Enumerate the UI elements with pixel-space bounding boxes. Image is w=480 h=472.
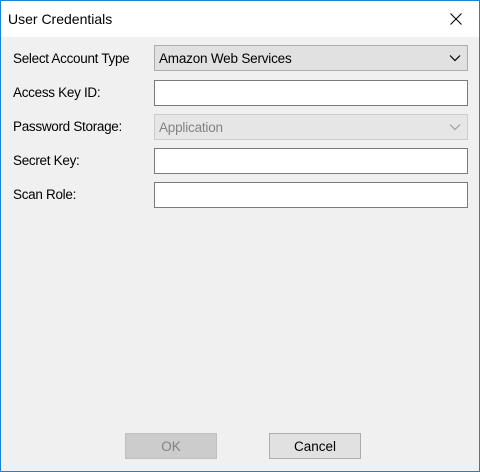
account-type-label: Select Account Type	[13, 51, 130, 66]
cancel-button[interactable]: Cancel	[269, 433, 361, 459]
secret-key-input[interactable]	[154, 148, 468, 174]
ok-button[interactable]: OK	[125, 433, 217, 459]
chevron-down-icon	[449, 55, 461, 62]
password-storage-selected: Application	[159, 120, 223, 135]
account-type-dropdown[interactable]: Amazon Web Services	[154, 45, 468, 71]
scan-role-label: Scan Role:	[13, 187, 77, 202]
dialog-window: User Credentials Select Account Type Ama…	[0, 0, 480, 472]
window-title: User Credentials	[8, 11, 113, 27]
chevron-down-icon	[449, 124, 461, 131]
scan-role-input[interactable]	[154, 182, 468, 208]
account-type-selected: Amazon Web Services	[159, 51, 292, 66]
close-button[interactable]	[433, 1, 479, 37]
password-storage-dropdown[interactable]: Application	[154, 114, 468, 140]
title-bar[interactable]: User Credentials	[1, 1, 479, 37]
access-key-id-input[interactable]	[154, 80, 468, 106]
password-storage-label: Password Storage:	[13, 119, 122, 134]
secret-key-label: Secret Key:	[13, 153, 80, 168]
access-key-id-label: Access Key ID:	[13, 85, 101, 100]
close-icon	[450, 13, 462, 25]
dialog-body: Select Account Type Amazon Web Services …	[1, 37, 479, 471]
